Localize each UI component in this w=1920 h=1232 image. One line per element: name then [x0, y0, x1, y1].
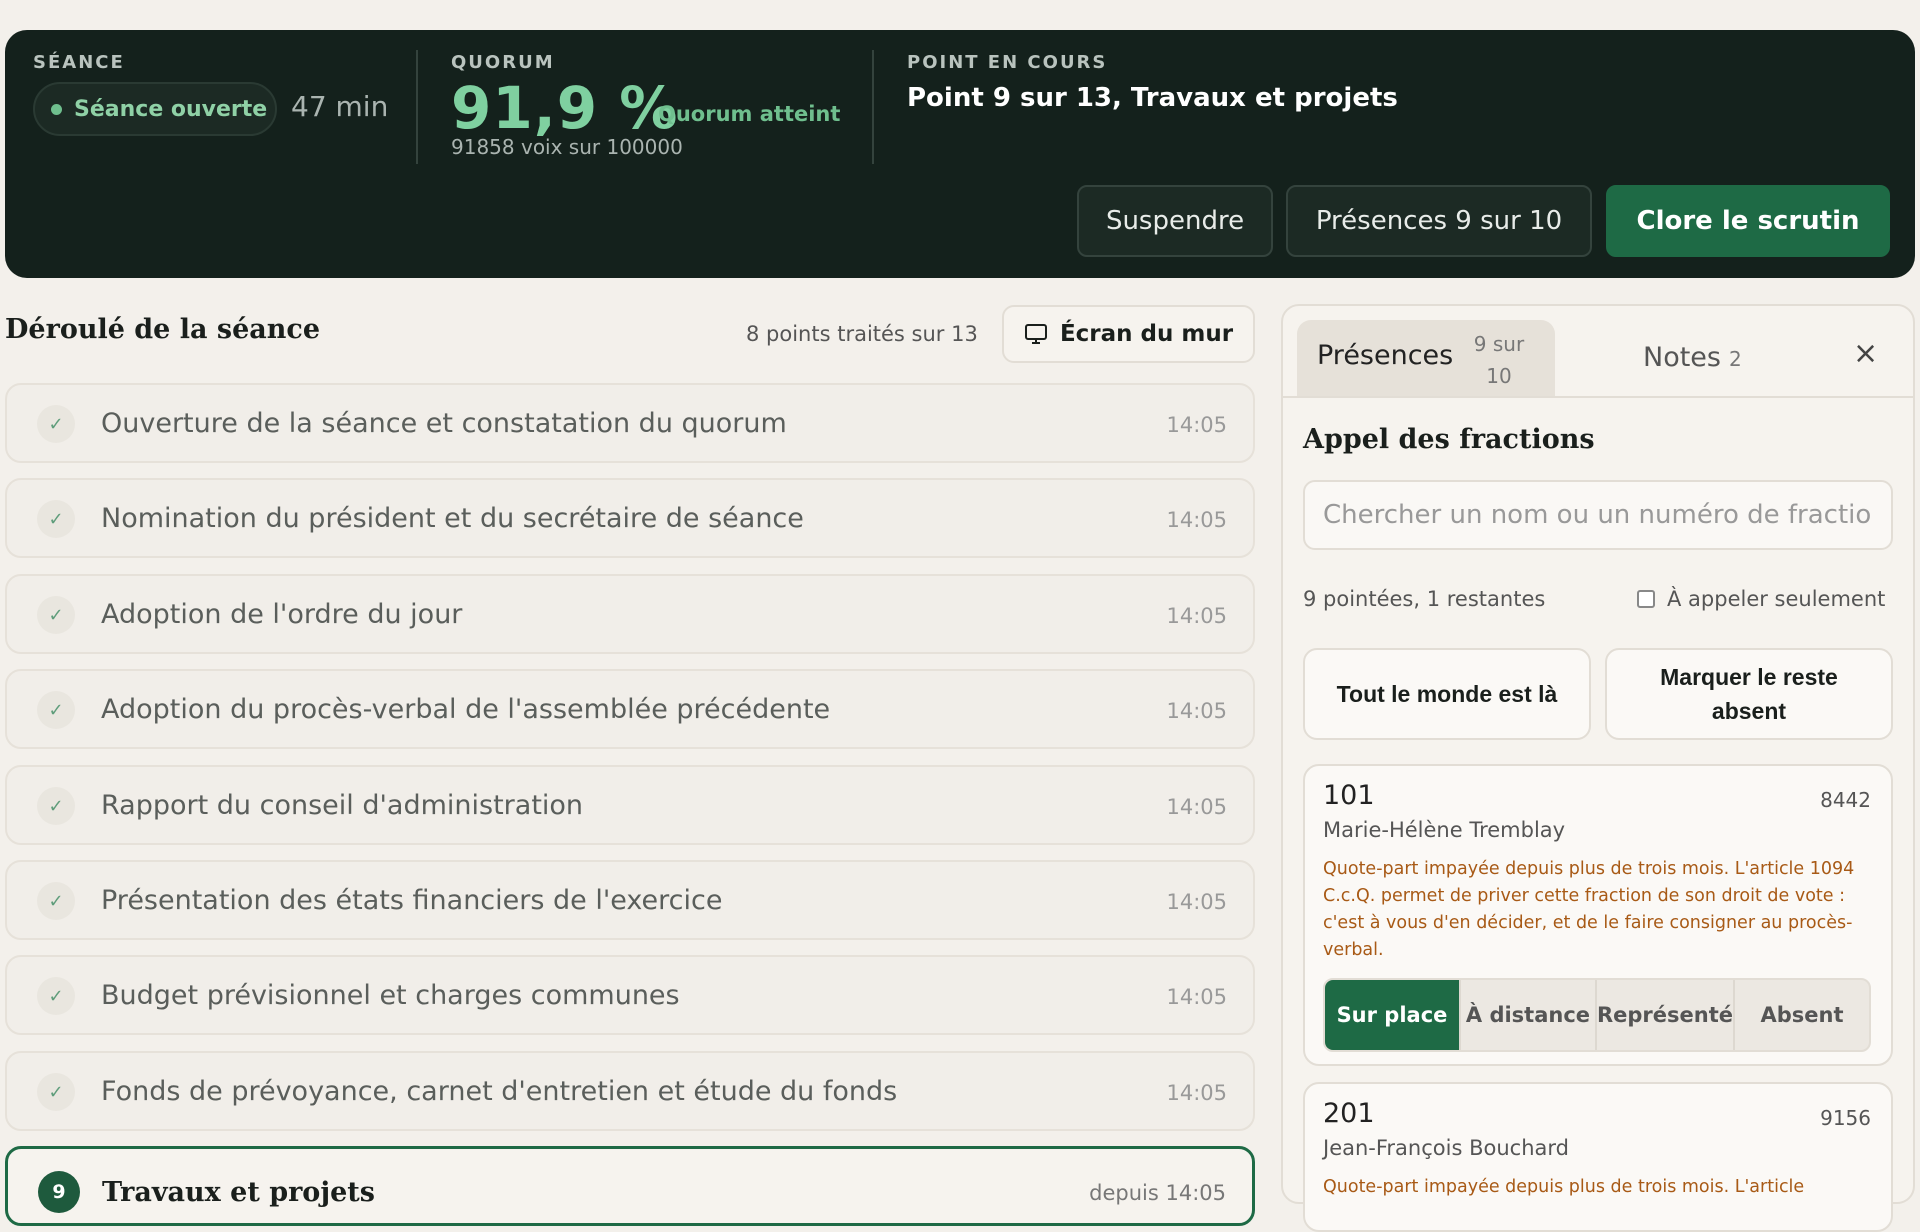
mark-rest-absent-button[interactable]: Marquer le reste absent: [1605, 648, 1893, 740]
seance-label: SÉANCE: [33, 52, 125, 73]
agenda-item-title: Rapport du conseil d'administration: [101, 790, 584, 821]
agenda-item-time: 14:05: [1166, 604, 1227, 628]
unpaid-warning: Quote-part impayée depuis plus de trois …: [1323, 1177, 1805, 1197]
divider: [872, 50, 874, 164]
agenda-item-time: 14:05: [1166, 699, 1227, 723]
agenda-item-time: 14:05: [1166, 413, 1227, 437]
agenda-item-title: Présentation des états financiers de l'e…: [101, 885, 723, 916]
fraction-share: 8442: [1820, 788, 1871, 812]
seance-status-text: Séance ouverte: [74, 96, 268, 122]
agenda-title: Déroulé de la séance: [5, 314, 321, 345]
tab-presences[interactable]: Présences 9 sur 10: [1297, 320, 1555, 396]
agenda-item-title: Budget prévisionnel et charges communes: [101, 980, 680, 1011]
quorum-votes: 91858 voix sur 100000: [451, 135, 683, 159]
divider: [416, 50, 418, 164]
unpaid-warning: Quote-part impayée depuis plus de trois …: [1323, 859, 1855, 960]
only-to-call-label: À appeler seulement: [1667, 587, 1886, 611]
only-to-call-checkbox[interactable]: À appeler seulement: [1637, 587, 1885, 611]
agenda-progress: 8 points traités sur 13: [746, 322, 978, 346]
quorum-label: QUORUM: [451, 52, 555, 73]
fraction-owner: Jean-François Bouchard: [1323, 1136, 1569, 1160]
presences-panel: Présences 9 sur 10 Notes 2 × Appel des fr…: [1281, 304, 1915, 1232]
status-remote[interactable]: À distance: [1461, 980, 1597, 1050]
checkbox-icon[interactable]: [1637, 590, 1655, 608]
fraction-number: 101: [1323, 780, 1375, 811]
current-point-label: POINT EN COURS: [907, 52, 1108, 73]
tab-notes[interactable]: Notes 2: [1643, 342, 1742, 373]
agenda-item-title: Ouverture de la séance et constatation d…: [101, 408, 787, 439]
agenda-item[interactable]: ✓ Nomination du président et du secrétai…: [5, 478, 1255, 558]
quorum-value: 91,9 %: [451, 74, 679, 142]
agenda-item[interactable]: ✓ Présentation des états financiers de l…: [5, 860, 1255, 940]
agenda-item[interactable]: ✓ Ouverture de la séance et constatation…: [5, 383, 1255, 463]
divider: [1283, 396, 1913, 398]
agenda-item[interactable]: ✓ Adoption du procès-verbal de l'assembl…: [5, 669, 1255, 749]
check-icon: ✓: [37, 691, 75, 729]
check-icon: ✓: [37, 1073, 75, 1111]
fraction-share: 9156: [1820, 1106, 1871, 1130]
all-present-button[interactable]: Tout le monde est là: [1303, 648, 1591, 740]
search-input[interactable]: [1303, 480, 1893, 550]
check-icon: ✓: [37, 882, 75, 920]
check-icon: ✓: [37, 977, 75, 1015]
agenda-item[interactable]: ✓ Fonds de prévoyance, carnet d'entretie…: [5, 1051, 1255, 1131]
monitor-icon: [1024, 324, 1047, 344]
current-point: Point 9 sur 13, Travaux et projets: [907, 83, 1398, 113]
seance-duration: 47 min: [291, 90, 389, 123]
tab-presences-count: 9 sur 10: [1473, 332, 1525, 388]
check-icon: ✓: [37, 500, 75, 538]
agenda-item-title: Travaux et projets: [102, 1177, 375, 1208]
check-icon: ✓: [37, 405, 75, 443]
agenda-item-time: depuis 14:05: [1089, 1181, 1226, 1205]
agenda-item[interactable]: ✓ Rapport du conseil d'administration 14…: [5, 765, 1255, 845]
agenda-item-title: Adoption du procès-verbal de l'assemblée…: [101, 694, 831, 725]
tab-presences-label: Présences: [1317, 340, 1454, 371]
close-vote-button[interactable]: Clore le scrutin: [1606, 185, 1890, 257]
agenda-item-title: Adoption de l'ordre du jour: [101, 599, 463, 630]
agenda-item[interactable]: ✓ Budget prévisionnel et charges commune…: [5, 955, 1255, 1035]
fraction-number: 201: [1323, 1098, 1375, 1129]
wall-screen-button[interactable]: Écran du mur: [1002, 305, 1255, 363]
check-icon: ✓: [37, 596, 75, 634]
panel-title: Appel des fractions: [1303, 424, 1595, 455]
status-absent[interactable]: Absent: [1735, 980, 1869, 1050]
agenda-item-number: 9: [38, 1171, 80, 1213]
status-dot-icon: [51, 103, 62, 115]
status-on-site[interactable]: Sur place: [1325, 980, 1461, 1050]
agenda-item-title: Fonds de prévoyance, carnet d'entretien …: [101, 1076, 898, 1107]
seance-status-badge: Séance ouverte: [33, 82, 277, 136]
wall-screen-label: Écran du mur: [1059, 321, 1234, 347]
tab-notes-count: 2: [1728, 347, 1742, 371]
agenda-item-time: 14:05: [1166, 985, 1227, 1009]
session-header: SÉANCE Séance ouverte 47 min QUORUM 91,9…: [5, 30, 1915, 278]
status-represented[interactable]: Représenté: [1597, 980, 1735, 1050]
agenda-item-time: 14:05: [1166, 795, 1227, 819]
suspend-button[interactable]: Suspendre: [1077, 185, 1273, 257]
agenda-item-time: 14:05: [1166, 1081, 1227, 1105]
fraction-card: 101 8442 Marie-Hélène Tremblay Quote-par…: [1303, 764, 1893, 1066]
fraction-card: 201 9156 Jean-François Bouchard Quote-pa…: [1303, 1082, 1893, 1232]
tab-notes-label: Notes: [1643, 342, 1721, 373]
agenda-item-time: 14:05: [1166, 508, 1227, 532]
check-icon: ✓: [37, 787, 75, 825]
fraction-owner: Marie-Hélène Tremblay: [1323, 818, 1566, 842]
presences-button[interactable]: Présences 9 sur 10: [1286, 185, 1592, 257]
agenda-item-time: 14:05: [1166, 890, 1227, 914]
tally-text: 9 pointées, 1 restantes: [1303, 587, 1546, 611]
quorum-status: Quorum atteint: [658, 102, 841, 126]
agenda-item[interactable]: ✓ Adoption de l'ordre du jour 14:05: [5, 574, 1255, 654]
agenda-item-current[interactable]: 9 Travaux et projets depuis 14:05: [5, 1146, 1255, 1226]
attendance-selector: Sur place À distance Représenté Absent: [1323, 978, 1871, 1052]
agenda-item-title: Nomination du président et du secrétaire…: [101, 503, 804, 534]
close-icon[interactable]: ×: [1853, 336, 1878, 371]
